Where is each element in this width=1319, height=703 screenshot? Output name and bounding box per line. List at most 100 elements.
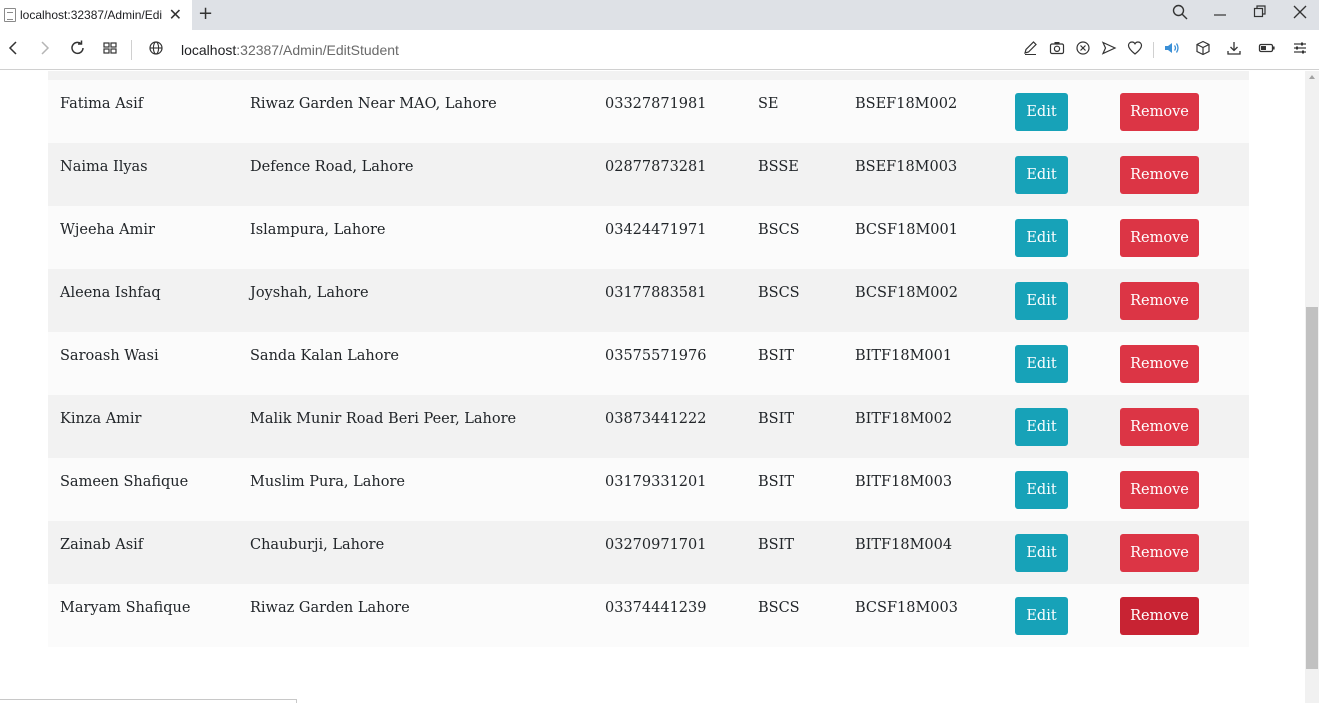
url-host: localhost <box>181 42 237 58</box>
student-address: Riwaz Garden Lahore <box>250 600 410 616</box>
student-phone: 03270971701 <box>605 537 707 553</box>
tab-title: localhost:32387/Admin/Edi <box>20 8 162 22</box>
camera-icon[interactable] <box>1049 40 1065 61</box>
table-row-partial <box>48 71 1249 80</box>
student-roll-number: BCSF18M003 <box>855 600 958 616</box>
student-roll-number: BITF18M003 <box>855 474 953 490</box>
student-name: Kinza Amir <box>60 411 142 427</box>
table-row: Aleena Ishfaq Joyshah, Lahore 03177883581 B… <box>48 269 1249 332</box>
student-address: Defence Road, Lahore <box>250 159 414 175</box>
speaker-icon[interactable] <box>1163 40 1181 61</box>
remove-button[interactable]: Remove <box>1120 408 1199 446</box>
status-bar <box>0 699 297 703</box>
forward-arrow-icon[interactable] <box>38 39 52 62</box>
battery-icon[interactable] <box>1258 40 1276 61</box>
student-phone: 03575571976 <box>605 348 707 364</box>
restore-icon[interactable] <box>1253 4 1267 25</box>
globe-icon[interactable] <box>148 39 164 62</box>
toolbar-divider <box>1153 42 1154 58</box>
student-program: SE <box>758 96 779 112</box>
edit-icon[interactable] <box>1023 40 1038 61</box>
student-program: BSIT <box>758 411 794 427</box>
back-arrow-icon[interactable] <box>6 39 20 62</box>
heart-icon[interactable] <box>1127 40 1143 61</box>
student-address: Riwaz Garden Near MAO, Lahore <box>250 96 497 112</box>
scroll-up-icon[interactable] <box>1309 75 1315 79</box>
student-address: Islampura, Lahore <box>250 222 386 238</box>
student-phone: 03327871981 <box>605 96 707 112</box>
tab-grid-icon[interactable] <box>102 39 118 62</box>
send-icon[interactable] <box>1101 40 1117 61</box>
student-address: Sanda Kalan Lahore <box>250 348 400 364</box>
toolbar-divider <box>131 40 132 60</box>
edit-button[interactable]: Edit <box>1015 597 1068 635</box>
student-roll-number: BCSF18M002 <box>855 285 958 301</box>
scrollbar-thumb[interactable] <box>1306 307 1318 669</box>
plus-icon[interactable]: + <box>198 4 213 24</box>
browser-toolbar: localhost:32387/Admin/EditStudent <box>0 30 1319 70</box>
table-row: Maryam Shafique Riwaz Garden Lahore 033744… <box>48 584 1249 647</box>
remove-button[interactable]: Remove <box>1120 534 1199 572</box>
table-row: Zainab Asif Chauburji, Lahore 03270971701 B… <box>48 521 1249 584</box>
student-name: Saroash Wasi <box>60 348 159 364</box>
remove-button[interactable]: Remove <box>1120 471 1199 509</box>
student-roll-number: BITF18M004 <box>855 537 953 553</box>
student-address: Malik Munir Road Beri Peer, Lahore <box>250 411 517 427</box>
download-icon[interactable] <box>1226 40 1242 61</box>
vertical-scrollbar[interactable] <box>1305 71 1319 703</box>
student-phone: 02877873281 <box>605 159 707 175</box>
student-program: BSIT <box>758 537 794 553</box>
edit-button[interactable]: Edit <box>1015 282 1068 320</box>
block-icon[interactable] <box>1075 40 1091 61</box>
student-name: Fatima Asif <box>60 96 144 112</box>
student-phone: 03424471971 <box>605 222 707 238</box>
student-program: BSCS <box>758 222 800 238</box>
edit-button[interactable]: Edit <box>1015 93 1068 131</box>
edit-button[interactable]: Edit <box>1015 534 1068 572</box>
student-phone: 03873441222 <box>605 411 707 427</box>
student-roll-number: BSEF18M003 <box>855 159 958 175</box>
student-name: Zainab Asif <box>60 537 144 553</box>
address-bar[interactable]: localhost:32387/Admin/EditStudent <box>181 42 399 58</box>
search-icon[interactable] <box>1172 4 1188 25</box>
remove-button[interactable]: Remove <box>1120 282 1199 320</box>
sliders-icon[interactable] <box>1292 40 1308 61</box>
edit-button[interactable]: Edit <box>1015 408 1068 446</box>
student-roll-number: BSEF18M002 <box>855 96 958 112</box>
remove-button[interactable]: Remove <box>1120 156 1199 194</box>
student-phone: 03374441239 <box>605 600 707 616</box>
student-program: BSIT <box>758 474 794 490</box>
reload-icon[interactable] <box>70 39 86 62</box>
student-roll-number: BCSF18M001 <box>855 222 958 238</box>
student-phone: 03177883581 <box>605 285 707 301</box>
student-name: Wjeeha Amir <box>60 222 155 238</box>
edit-button[interactable]: Edit <box>1015 471 1068 509</box>
student-phone: 03179331201 <box>605 474 707 490</box>
remove-button[interactable]: Remove <box>1120 597 1199 635</box>
student-program: BSCS <box>758 285 800 301</box>
close-icon[interactable] <box>1293 4 1307 25</box>
student-roll-number: BITF18M002 <box>855 411 953 427</box>
edit-button[interactable]: Edit <box>1015 156 1068 194</box>
page-content: Fatima Asif Riwaz Garden Near MAO, Lahore… <box>0 71 1305 703</box>
remove-button[interactable]: Remove <box>1120 93 1199 131</box>
students-table: Fatima Asif Riwaz Garden Near MAO, Lahore… <box>48 80 1249 647</box>
minimize-icon[interactable] <box>1213 4 1227 25</box>
student-name: Aleena Ishfaq <box>60 285 161 301</box>
student-name: Maryam Shafique <box>60 600 191 616</box>
edit-button[interactable]: Edit <box>1015 345 1068 383</box>
browser-tab[interactable]: localhost:32387/Admin/Edi ✕ <box>0 0 192 30</box>
remove-button[interactable]: Remove <box>1120 345 1199 383</box>
student-program: BSCS <box>758 600 800 616</box>
student-address: Muslim Pura, Lahore <box>250 474 406 490</box>
student-address: Joyshah, Lahore <box>250 285 369 301</box>
edit-button[interactable]: Edit <box>1015 219 1068 257</box>
student-name: Sameen Shafique <box>60 474 189 490</box>
student-address: Chauburji, Lahore <box>250 537 385 553</box>
student-name: Naima Ilyas <box>60 159 148 175</box>
cube-icon[interactable] <box>1195 40 1211 61</box>
table-row: Saroash Wasi Sanda Kalan Lahore 0357557197… <box>48 332 1249 395</box>
browser-title-bar: localhost:32387/Admin/Edi ✕ + <box>0 0 1319 30</box>
close-tab-icon[interactable]: ✕ <box>169 6 182 24</box>
remove-button[interactable]: Remove <box>1120 219 1199 257</box>
